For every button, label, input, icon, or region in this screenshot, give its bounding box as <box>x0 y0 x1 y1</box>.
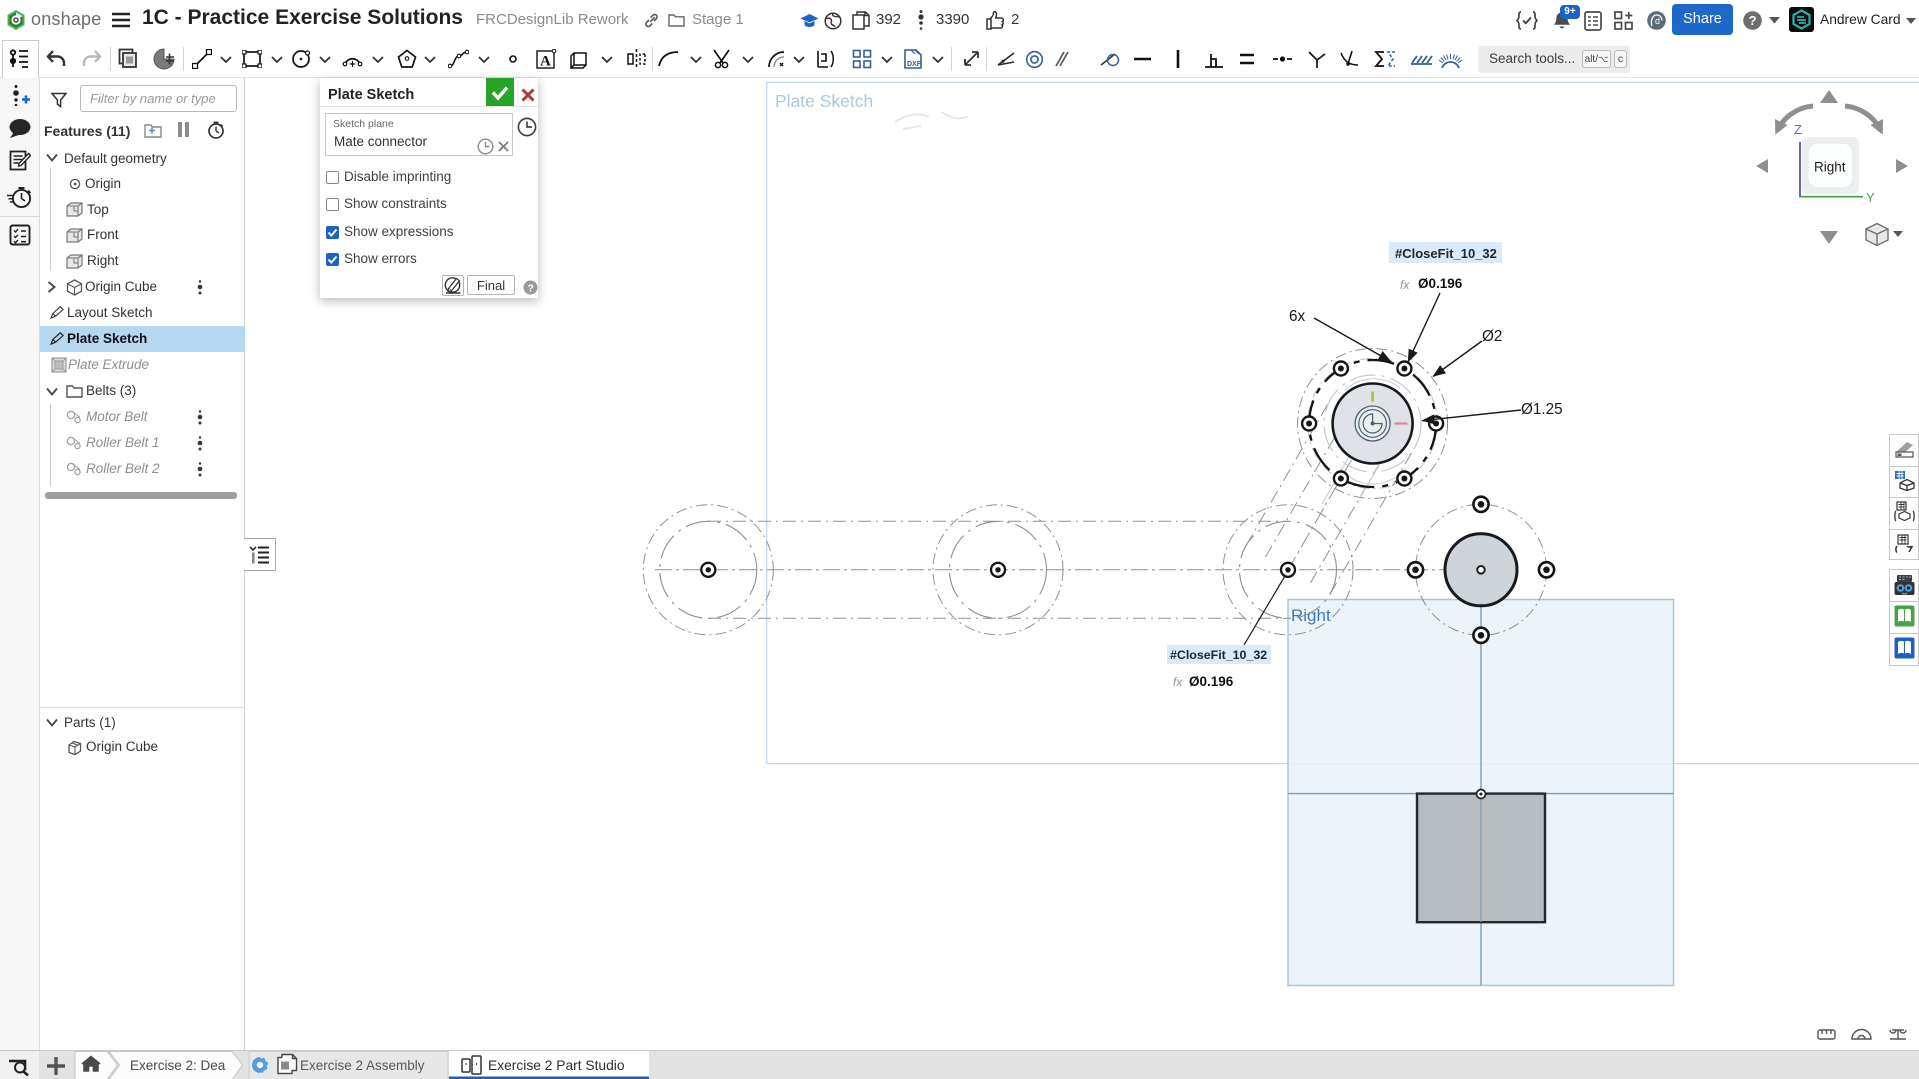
svg-text:Plate Sketch: Plate Sketch <box>775 91 873 111</box>
svg-text:fx: fx <box>1173 675 1183 689</box>
svg-text:6x: 6x <box>1289 308 1306 325</box>
svg-text:#CloseFit_10_32: #CloseFit_10_32 <box>1395 246 1497 261</box>
svg-text:Z: Z <box>1794 122 1802 137</box>
svg-text:Ø0.196: Ø0.196 <box>1189 674 1234 689</box>
svg-text:Exercise 2 Assembly: Exercise 2 Assembly <box>300 1058 425 1073</box>
svg-text:?: ? <box>528 283 534 294</box>
svg-text:Exercise 2 Part Studio: Exercise 2 Part Studio <box>488 1058 625 1073</box>
svg-text:#CloseFit_10_32: #CloseFit_10_32 <box>1170 648 1267 662</box>
svg-text:Ø2: Ø2 <box>1482 328 1502 345</box>
svg-text:?: ? <box>1749 13 1757 28</box>
svg-text:Ø1.25: Ø1.25 <box>1521 401 1563 418</box>
svg-text:Right: Right <box>1814 160 1846 175</box>
svg-text:Ø0.196: Ø0.196 <box>1418 276 1463 291</box>
svg-text:Y: Y <box>1866 190 1875 205</box>
svg-text:d: d <box>1655 16 1660 26</box>
svg-text:Exercise 2: Dea: Exercise 2: Dea <box>130 1058 226 1073</box>
svg-text:Right: Right <box>1291 606 1331 625</box>
svg-text:fx: fx <box>1400 278 1410 292</box>
